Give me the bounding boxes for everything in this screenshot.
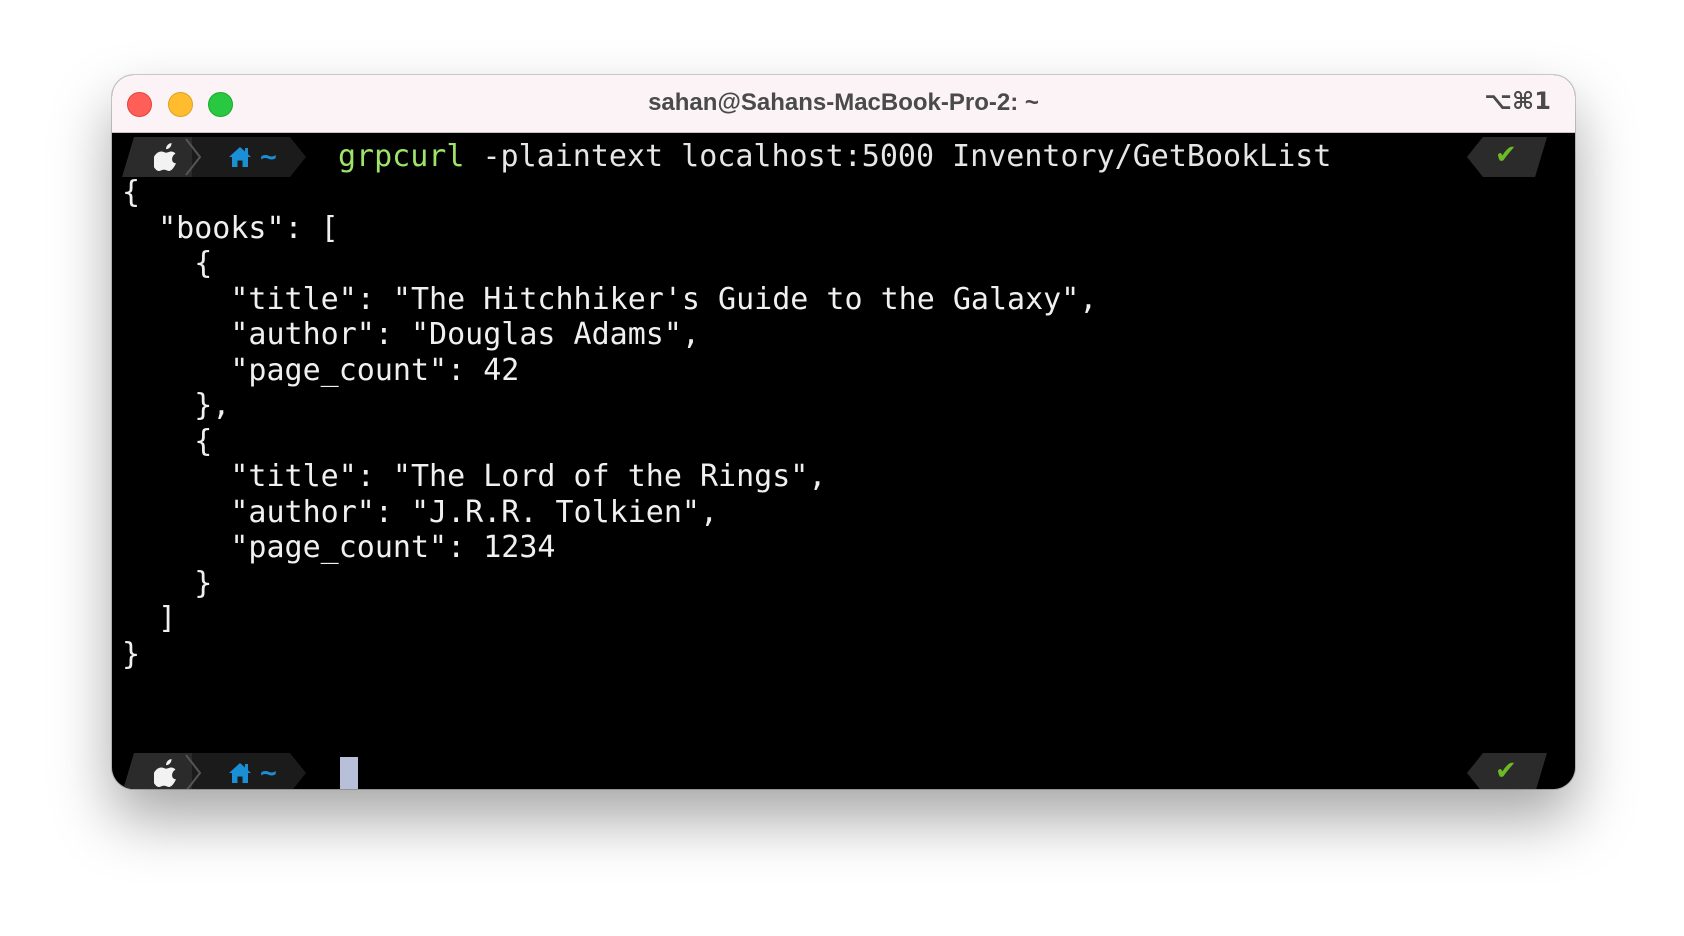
home-icon — [229, 147, 251, 167]
prompt-directory: ~ — [260, 140, 277, 173]
output-line: { — [122, 423, 213, 459]
prompt-line-current: ~ ✔ — [112, 753, 1575, 789]
command-output: { "books": [ { "title": "The Hitchhiker'… — [122, 175, 1097, 672]
prompt-directory: ~ — [260, 756, 277, 789]
apple-icon — [154, 143, 176, 171]
command-args: -plaintext localhost:5000 Inventory/GetB… — [464, 139, 1332, 174]
window-title: sahan@Sahans-MacBook-Pro-2: ~ — [648, 89, 1039, 116]
output-line: } — [122, 565, 213, 601]
output-line: ] — [122, 601, 177, 636]
terminal-content[interactable]: ~ grpcurl -plaintext localhost:5000 Inve… — [112, 133, 1575, 789]
status-segment: ✔ — [1467, 137, 1547, 177]
text-cursor[interactable] — [340, 757, 358, 789]
output-line: "title": "The Hitchhiker's Guide to the … — [122, 281, 1098, 317]
prompt-line: ~ grpcurl -plaintext localhost:5000 Inve… — [112, 137, 1575, 177]
output-line: "author": "J.R.R. Tolkien", — [122, 494, 719, 530]
output-line: "title": "The Lord of the Rings", — [122, 459, 827, 494]
window-shortcut: ⌥⌘1 — [1484, 87, 1551, 115]
output-line: { — [122, 246, 213, 281]
prompt-segments-current — [123, 753, 306, 789]
output-line: } — [122, 636, 141, 672]
status-segment: ✔ — [1467, 753, 1547, 789]
output-line: }, — [122, 388, 231, 423]
terminal-window: sahan@Sahans-MacBook-Pro-2: ~ ⌥⌘1 ~ grpc… — [112, 75, 1575, 789]
output-line: "page_count": 1234 — [122, 530, 556, 565]
prompt-segments — [122, 137, 306, 177]
apple-icon — [154, 759, 176, 787]
output-line: "page_count": 42 — [122, 352, 520, 388]
check-icon: ✔ — [1495, 756, 1517, 786]
output-line: "author": "Douglas Adams", — [122, 317, 700, 352]
output-line: { — [122, 175, 141, 210]
command-line: grpcurl -plaintext localhost:5000 Invent… — [338, 139, 1331, 175]
title-bar[interactable]: sahan@Sahans-MacBook-Pro-2: ~ ⌥⌘1 — [112, 75, 1575, 133]
output-line: "books": [ — [122, 210, 339, 246]
check-icon: ✔ — [1495, 140, 1517, 170]
home-icon — [229, 763, 251, 783]
command-binary: grpcurl — [338, 139, 465, 174]
